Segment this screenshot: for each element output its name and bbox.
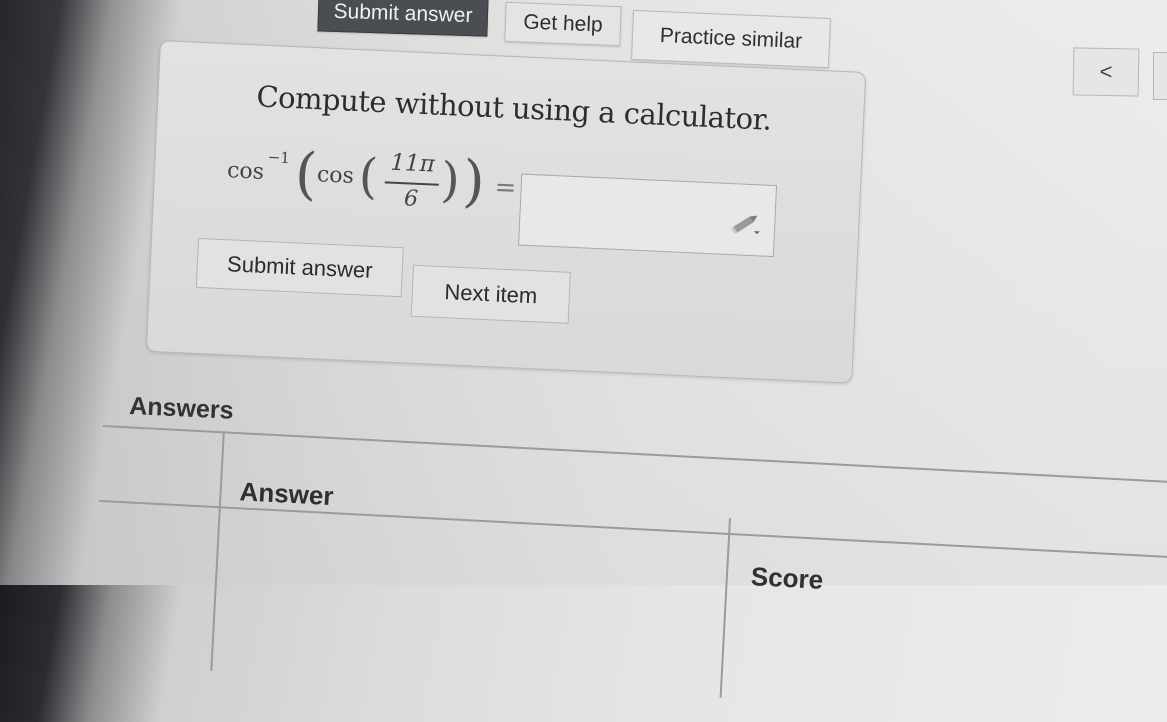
answers-heading: Answers — [128, 392, 235, 425]
answers-table: Answer Score — [90, 425, 1167, 722]
pencil-icon[interactable] — [728, 210, 763, 236]
next-nav-button[interactable] — [1153, 52, 1167, 100]
answer-input[interactable] — [518, 173, 778, 258]
column-header-answer: Answer — [238, 476, 335, 512]
fraction-numerator: 11π — [389, 149, 436, 178]
get-help-button[interactable]: Get help — [504, 1, 622, 47]
table-top-border — [102, 425, 1167, 485]
previous-item-button[interactable]: < — [1072, 47, 1140, 97]
question-card: Compute without using a calculator. cos … — [145, 40, 867, 384]
equals-sign: = — [493, 172, 518, 204]
close-paren-inner: ) — [439, 151, 461, 209]
close-paren-outer: ) — [461, 148, 487, 215]
column-header-score: Score — [750, 561, 824, 595]
open-paren-inner: ( — [357, 148, 380, 205]
open-paren-outer: ( — [293, 141, 319, 208]
practice-similar-button[interactable]: Practice similar — [631, 9, 831, 69]
outer-function: cos — [226, 158, 265, 185]
screen: Submit answer Get help Practice similar … — [0, 0, 1167, 698]
inverse-exponent: −1 — [267, 148, 291, 168]
submit-answer-button[interactable]: Submit answer — [195, 237, 404, 298]
chevron-left-icon: < — [1099, 58, 1113, 85]
table-header-divider — [98, 499, 1167, 560]
question-prompt: Compute without using a calculator. — [255, 79, 773, 137]
fraction-denominator: 6 — [403, 186, 419, 212]
toolbar-submit-answer-button[interactable]: Submit answer — [317, 0, 489, 37]
table-column-divider-1 — [210, 431, 225, 672]
table-column-divider-2 — [719, 517, 731, 698]
math-expression: cos −1 ( cos ( 11π 6 ) ) = — [225, 140, 528, 234]
inner-function: cos — [316, 162, 355, 189]
next-item-button[interactable]: Next item — [410, 264, 571, 324]
